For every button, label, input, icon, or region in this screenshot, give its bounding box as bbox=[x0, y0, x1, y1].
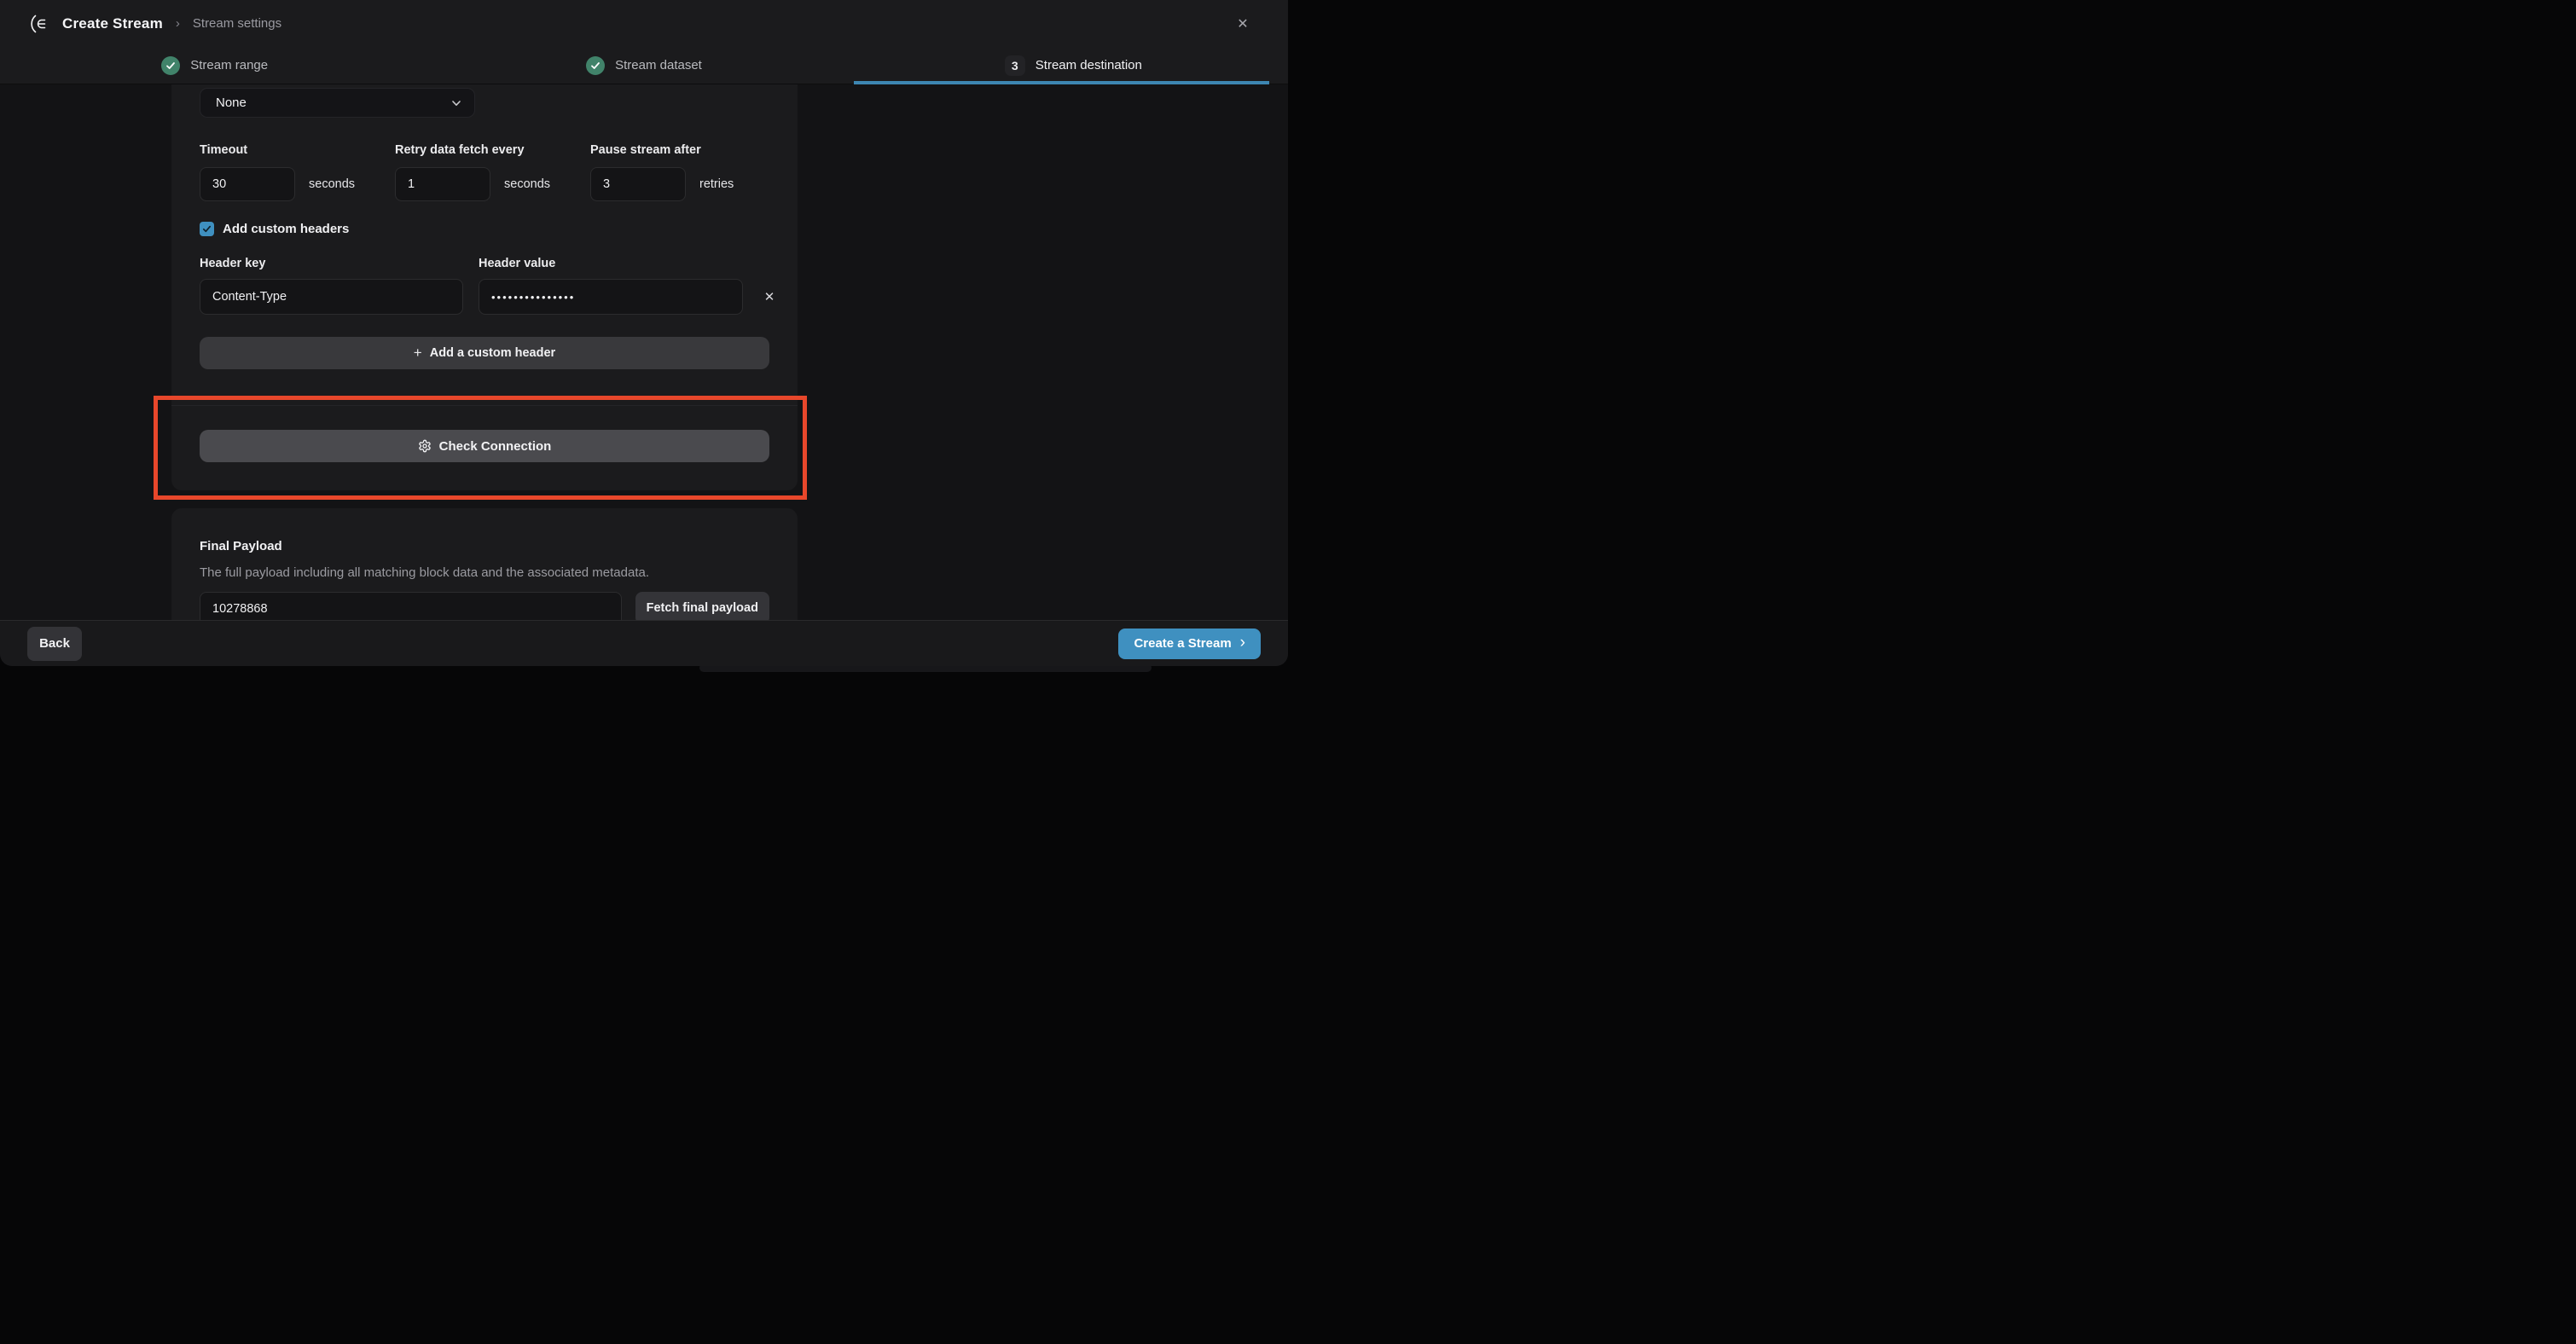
final-payload-card: Final Payload The full payload including… bbox=[171, 508, 798, 620]
header-inputs-row: ✕ bbox=[200, 279, 769, 315]
add-custom-headers-label: Add custom headers bbox=[223, 222, 349, 236]
remove-header-icon[interactable]: ✕ bbox=[760, 287, 779, 306]
step-stream-dataset[interactable]: Stream dataset bbox=[429, 47, 858, 84]
page-title: Create Stream bbox=[62, 15, 163, 32]
create-stream-modal: Create Stream › Stream settings ✕ Stream… bbox=[0, 0, 1288, 666]
step-label: Stream range bbox=[190, 58, 268, 72]
retry-input[interactable] bbox=[395, 167, 490, 201]
timeout-label: Timeout bbox=[200, 143, 395, 157]
add-custom-header-button[interactable]: + Add a custom header bbox=[200, 337, 769, 369]
timing-fields-row: Timeout seconds Retry data fetch every s… bbox=[200, 143, 769, 201]
top-navbar: Create Stream › Stream settings ✕ bbox=[0, 0, 1288, 47]
create-stream-label: Create a Stream bbox=[1134, 636, 1231, 651]
checkbox-check-icon bbox=[202, 224, 212, 234]
gear-icon bbox=[418, 439, 432, 453]
wizard-stepbar: Stream range Stream dataset 3 Stream des… bbox=[0, 47, 1288, 84]
step-complete-check-icon bbox=[161, 56, 180, 75]
dropdown-selected-value: None bbox=[216, 96, 247, 110]
add-custom-headers-checkbox[interactable] bbox=[200, 222, 214, 236]
app-logo-icon bbox=[30, 14, 50, 34]
breadcrumb-separator-icon: › bbox=[176, 16, 180, 31]
timeout-field-group: Timeout seconds bbox=[200, 143, 395, 201]
breadcrumb-current: Stream settings bbox=[193, 16, 281, 31]
step-complete-check-icon bbox=[586, 56, 605, 75]
header-key-label: Header key bbox=[200, 257, 463, 270]
fetch-final-payload-button[interactable]: Fetch final payload bbox=[635, 592, 769, 620]
step-number-badge: 3 bbox=[1005, 55, 1025, 76]
check-connection-label: Check Connection bbox=[439, 439, 552, 454]
block-number-input[interactable] bbox=[200, 592, 622, 620]
step-label: Stream destination bbox=[1036, 58, 1142, 72]
header-value-input[interactable] bbox=[479, 279, 743, 315]
plus-icon: + bbox=[414, 345, 422, 362]
header-key-input[interactable] bbox=[200, 279, 463, 315]
header-value-label: Header value bbox=[479, 257, 743, 270]
close-icon[interactable]: ✕ bbox=[1232, 13, 1254, 35]
step-stream-destination[interactable]: 3 Stream destination bbox=[859, 47, 1288, 84]
security-token-dropdown[interactable]: None bbox=[200, 88, 475, 118]
header-labels-row: Header key Header value bbox=[200, 257, 769, 270]
back-button[interactable]: Back bbox=[27, 627, 82, 661]
timeout-input[interactable] bbox=[200, 167, 295, 201]
check-connection-button[interactable]: Check Connection bbox=[200, 430, 769, 462]
pause-input[interactable] bbox=[590, 167, 686, 201]
timeout-unit: seconds bbox=[309, 177, 355, 191]
final-payload-description: The full payload including all matching … bbox=[200, 565, 769, 580]
card-divider bbox=[171, 405, 798, 406]
chevron-right-icon: › bbox=[1240, 634, 1245, 651]
wizard-footer: Back Create a Stream › bbox=[0, 620, 1288, 666]
chevron-down-icon bbox=[450, 97, 462, 109]
step-label: Stream dataset bbox=[615, 58, 702, 72]
destination-settings-card: None Timeout seconds Retry data fetch ev… bbox=[171, 84, 798, 490]
step-stream-range[interactable]: Stream range bbox=[0, 47, 429, 84]
retry-label: Retry data fetch every bbox=[395, 143, 590, 157]
retry-field-group: Retry data fetch every seconds bbox=[395, 143, 590, 201]
add-custom-headers-row: Add custom headers bbox=[200, 222, 769, 236]
final-payload-title: Final Payload bbox=[200, 539, 769, 553]
final-payload-row: Fetch final payload bbox=[200, 592, 769, 620]
main-content: None Timeout seconds Retry data fetch ev… bbox=[0, 84, 1288, 620]
create-stream-button[interactable]: Create a Stream › bbox=[1118, 629, 1261, 659]
screen: Create Stream › Stream settings ✕ Stream… bbox=[0, 0, 1288, 672]
add-custom-header-label: Add a custom header bbox=[430, 346, 555, 360]
pause-label: Pause stream after bbox=[590, 143, 734, 157]
retry-unit: seconds bbox=[504, 177, 550, 191]
pause-field-group: Pause stream after retries bbox=[590, 143, 734, 201]
pause-unit: retries bbox=[699, 177, 734, 191]
